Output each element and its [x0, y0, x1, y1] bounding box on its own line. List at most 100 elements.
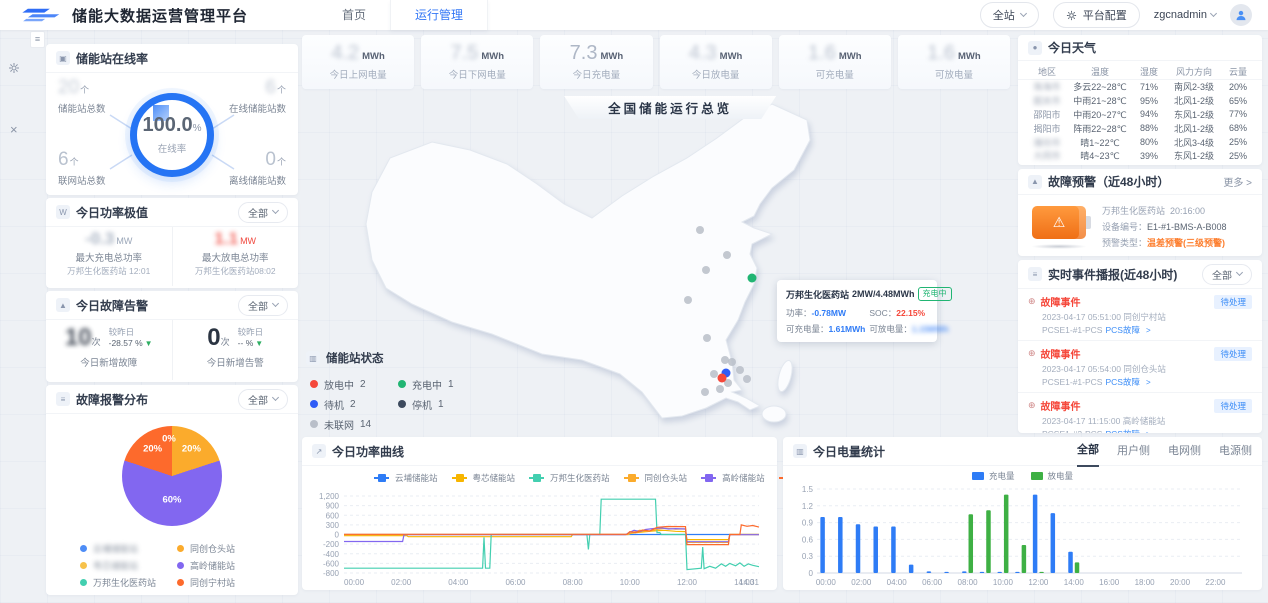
weather-row: 邵阳市 中雨20~27℃ 94% 东风1-2级 77%	[1018, 108, 1262, 122]
pie-slice-label: 20%	[143, 444, 162, 455]
online-rate-label: 在线率	[158, 141, 187, 155]
status-dot	[398, 380, 406, 388]
svg-text:1,200: 1,200	[319, 492, 340, 501]
tooltip-capacity: 2MW/4.48MWh	[852, 289, 915, 299]
fault-dist-filter[interactable]: 全部	[238, 389, 288, 410]
rail-close-icon[interactable]: ×	[10, 122, 18, 137]
panel-title: 今日天气	[1048, 39, 1096, 56]
curve-legend-item[interactable]: 高岭储能站	[701, 472, 765, 484]
legend-item: 高岭储能站	[177, 557, 274, 574]
event-item[interactable]: ⊕故障事件待处理 2023-04-17 05:54:00 同创仓头站 PCSE1…	[1018, 341, 1262, 393]
site-selector[interactable]: 全站	[980, 2, 1039, 28]
station-dot-gray[interactable]	[703, 334, 711, 342]
svg-text:14:31: 14:31	[739, 578, 760, 587]
svg-text:06:00: 06:00	[922, 578, 943, 587]
event-list: ⊕故障事件待处理 2023-04-17 05:51:00 同创宁村站 PCSE1…	[1018, 289, 1262, 433]
bars-legend-item[interactable]: 充电量	[972, 470, 1015, 482]
svg-text:00:00: 00:00	[344, 578, 365, 587]
legend-item: 万邦生化医药站	[80, 574, 177, 591]
station-dot-gray[interactable]	[736, 366, 744, 374]
station-dot-gray[interactable]	[723, 251, 731, 259]
curve-legend-item[interactable]: 万邦生化医药站	[529, 472, 610, 484]
fault-link[interactable]: PCS故障	[1105, 377, 1139, 387]
stat-card: 7.5MWh 今日下网电量	[421, 35, 533, 89]
station-dot-gray[interactable]	[728, 358, 736, 366]
fault-today-filter[interactable]: 全部	[238, 295, 288, 316]
power-extreme-filter[interactable]: 全部	[238, 202, 288, 223]
rail-gear-icon[interactable]	[8, 62, 20, 77]
avatar[interactable]	[1230, 4, 1252, 26]
chevron-down-icon	[272, 207, 279, 214]
events-filter[interactable]: 全部	[1202, 264, 1252, 285]
online-stat: 6个 在线储能站数	[206, 77, 286, 115]
list-icon: ≡	[56, 392, 70, 406]
curve-legend-item[interactable]: 云埔储能站	[374, 472, 438, 484]
event-item[interactable]: ⊕故障事件待处理 2023-04-17 05:51:00 同创宁村站 PCSE1…	[1018, 289, 1262, 341]
svg-text:10:00: 10:00	[620, 578, 641, 587]
svg-text:22:00: 22:00	[1205, 578, 1226, 587]
tooltip-row: SOC：22.15%	[869, 307, 948, 319]
station-status-legend: ▥储能站状态 放电中2 充电中1 待机2 停机1 未联网14	[306, 350, 486, 434]
energy-tabs: 全部 用户侧 电网侧 电源侧	[1059, 436, 1252, 467]
pie-slice-label: 60%	[162, 495, 181, 506]
station-dot-gray[interactable]	[716, 385, 724, 393]
alert-triangle-icon: ⚠	[1032, 206, 1086, 239]
curve-legend-item[interactable]: 粤芯储能站	[452, 472, 516, 484]
fault-link[interactable]: PCS故障	[1105, 325, 1139, 335]
svg-text:18:00: 18:00	[1135, 578, 1156, 587]
weather-row: 韶关市 中雨21~28℃ 95% 北风1-2级 65%	[1018, 94, 1262, 108]
battery-warning-icon: ⚠	[1028, 206, 1090, 249]
svg-text:-200: -200	[323, 540, 340, 549]
platform-config-label: 平台配置	[1083, 7, 1127, 23]
status-dot	[310, 400, 318, 408]
status-legend-item: 停机1	[398, 394, 478, 414]
status-dot	[310, 420, 318, 428]
fault-pie: 20%60%20%0%	[122, 426, 222, 526]
collapse-panel-button[interactable]: ≡	[30, 31, 45, 48]
tooltip-row: 功率：-0.78MW	[786, 307, 865, 319]
platform-config-button[interactable]: 平台配置	[1053, 2, 1140, 28]
pie-slice-label: 0%	[162, 434, 176, 445]
arrow-right-icon: >	[1146, 430, 1151, 433]
station-dot-gray[interactable]	[696, 226, 704, 234]
station-dot-gray[interactable]	[702, 266, 710, 274]
fault-link[interactable]: PCS故障	[1105, 429, 1139, 433]
energy-tab[interactable]: 电源侧	[1219, 437, 1252, 466]
event-type-icon: ⊕	[1028, 296, 1036, 307]
panel-title: 故障报警分布	[76, 391, 148, 408]
weather-panel: ●今日天气 地区 温度 湿度 风力方向 云量 珠海市 多云22~28℃ 71% …	[1018, 35, 1262, 165]
tab-operations[interactable]: 运行管理	[390, 0, 488, 30]
energy-tab[interactable]: 电网侧	[1168, 437, 1201, 466]
event-item[interactable]: ⊕故障事件待处理 2023-04-17 11:15:00 高岭储能站 PCSE1…	[1018, 393, 1262, 433]
stat-card: 1.6MWh 可放电量	[898, 35, 1010, 89]
svg-text:1.5: 1.5	[802, 485, 814, 494]
more-link[interactable]: 更多 >	[1223, 174, 1252, 189]
legend-item: 云埔储能站	[80, 540, 177, 557]
energy-tab[interactable]: 用户侧	[1117, 437, 1150, 466]
online-stat: 0个 离线储能站数	[206, 149, 286, 187]
panel-title: 今日电量统计	[813, 443, 885, 460]
username: zgcnadmin	[1154, 9, 1207, 21]
panel-title: 实时事件播报(近48小时)	[1048, 266, 1177, 283]
panel-icon: W	[56, 205, 70, 219]
tab-home[interactable]: 首页	[318, 0, 390, 30]
station-dot-green[interactable]	[748, 274, 757, 283]
warning-type: 预警类型：温差预警(三级预警)	[1102, 235, 1227, 251]
svg-text:02:00: 02:00	[391, 578, 412, 587]
curve-legend-item[interactable]: 同创仓头站	[624, 472, 688, 484]
energy-tab[interactable]: 全部	[1077, 436, 1099, 467]
pie-legend: 云埔储能站 粤芯储能站 万邦生化医药站 同创仓头站 高岭储能站 同创宁村站	[46, 526, 298, 591]
station-dot-gray[interactable]	[684, 296, 692, 304]
status-badge: 待处理	[1214, 399, 1252, 413]
list-icon: ≡	[1028, 267, 1042, 281]
bars-legend-item[interactable]: 放电量	[1031, 470, 1074, 482]
bar-chart-icon: ▥	[793, 444, 807, 458]
status-legend-items: 放电中2 充电中1 待机2 停机1 未联网14	[306, 374, 486, 434]
svg-text:12:00: 12:00	[1028, 578, 1049, 587]
chevron-down-icon	[272, 394, 279, 401]
user-menu[interactable]: zgcnadmin	[1154, 9, 1216, 21]
arrow-right-icon: >	[1146, 326, 1151, 335]
station-dot-gray[interactable]	[701, 388, 709, 396]
station-dot-gray[interactable]	[743, 375, 751, 383]
station-dot-red[interactable]	[718, 374, 727, 383]
